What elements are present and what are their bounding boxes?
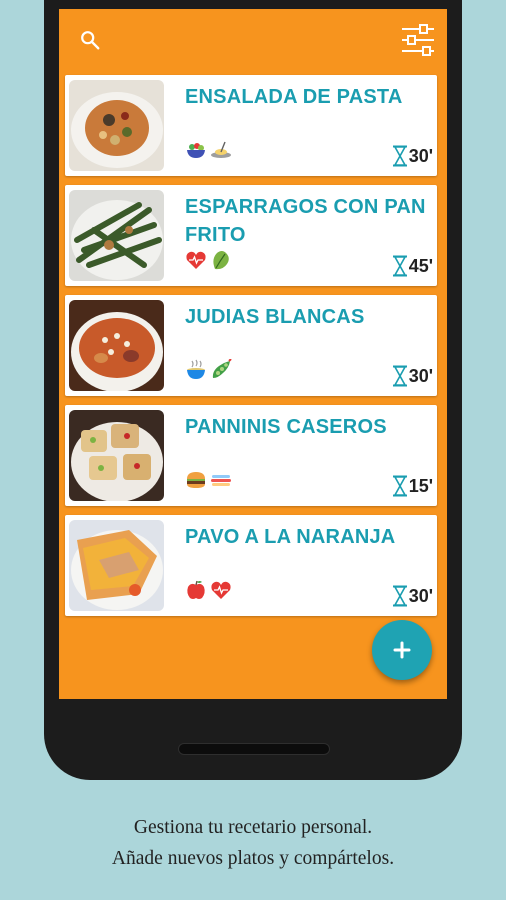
recipe-photo — [69, 300, 164, 391]
caption-line-1: Gestiona tu recetario personal. — [133, 817, 373, 838]
recipe-card[interactable]: JUDIAS BLANCAS 30' — [65, 295, 437, 396]
caption-line-2: Añade nuevos platos y compártelos. — [111, 848, 395, 869]
prep-time-value: 30' — [408, 365, 433, 386]
recipe-title: ENSALADA DE PASTA — [185, 86, 403, 108]
heart-health-icon — [185, 249, 207, 271]
recipe-title: PANNINIS CASEROS — [185, 416, 387, 438]
pasta-plate-icon — [210, 139, 232, 161]
hourglass-icon — [392, 475, 407, 497]
recipe-tags — [185, 579, 232, 603]
recipe-card[interactable]: PAVO A LA NARANJA 30' — [65, 515, 437, 616]
search-icon — [81, 31, 100, 50]
filter-button[interactable] — [401, 23, 435, 57]
hourglass-icon — [392, 365, 407, 387]
app-bar — [59, 9, 447, 71]
recipe-photo — [69, 520, 164, 611]
prep-time-value: 45' — [408, 255, 433, 276]
apple-icon — [185, 579, 207, 601]
sliders-icon — [402, 24, 434, 56]
search-button[interactable] — [73, 23, 107, 57]
prep-time: 30' — [392, 365, 433, 387]
prep-time-value: 15' — [408, 475, 433, 496]
recipe-tags — [185, 469, 232, 493]
heart-health-icon — [210, 579, 232, 601]
recipe-photo — [69, 80, 164, 171]
add-recipe-button[interactable] — [372, 620, 432, 680]
recipe-tags — [185, 139, 232, 163]
recipe-card[interactable]: ENSALADA DE PASTA 30' — [65, 75, 437, 176]
prep-time: 30' — [392, 585, 433, 607]
phone-home-bar — [178, 743, 330, 755]
plus-icon — [393, 641, 411, 659]
recipe-title: PAVO A LA NARANJA — [185, 526, 396, 548]
recipe-title: ESPARRAGOS CON PAN FRITO — [185, 196, 426, 246]
prep-time: 45' — [392, 255, 433, 277]
hourglass-icon — [392, 145, 407, 167]
pea-pod-icon — [210, 359, 232, 381]
recipe-card[interactable]: ESPARRAGOS CON PAN FRITO 45' — [65, 185, 437, 286]
hourglass-icon — [392, 585, 407, 607]
recipe-title: JUDIAS BLANCAS — [185, 306, 365, 328]
recipe-card[interactable]: PANNINIS CASEROS 15' — [65, 405, 437, 506]
prep-time: 15' — [392, 475, 433, 497]
prep-time-value: 30' — [408, 585, 433, 606]
salad-bowl-icon — [185, 139, 207, 161]
recipe-list: ENSALADA DE PASTA 30' ESPARRAGOS CON PAN… — [65, 75, 439, 625]
promo-caption: Gestiona tu recetario personal. Añade nu… — [0, 812, 506, 874]
recipe-photo — [69, 190, 164, 281]
app-screen: ENSALADA DE PASTA 30' ESPARRAGOS CON PAN… — [59, 9, 447, 699]
prep-time-value: 30' — [408, 145, 433, 166]
sandwich-icon — [210, 469, 232, 491]
recipe-photo — [69, 410, 164, 501]
recipe-tags — [185, 359, 232, 383]
lettuce-icon — [210, 249, 232, 271]
prep-time: 30' — [392, 145, 433, 167]
stew-bowl-icon — [185, 359, 207, 381]
hourglass-icon — [392, 255, 407, 277]
burger-icon — [185, 469, 207, 491]
recipe-tags — [185, 249, 232, 273]
